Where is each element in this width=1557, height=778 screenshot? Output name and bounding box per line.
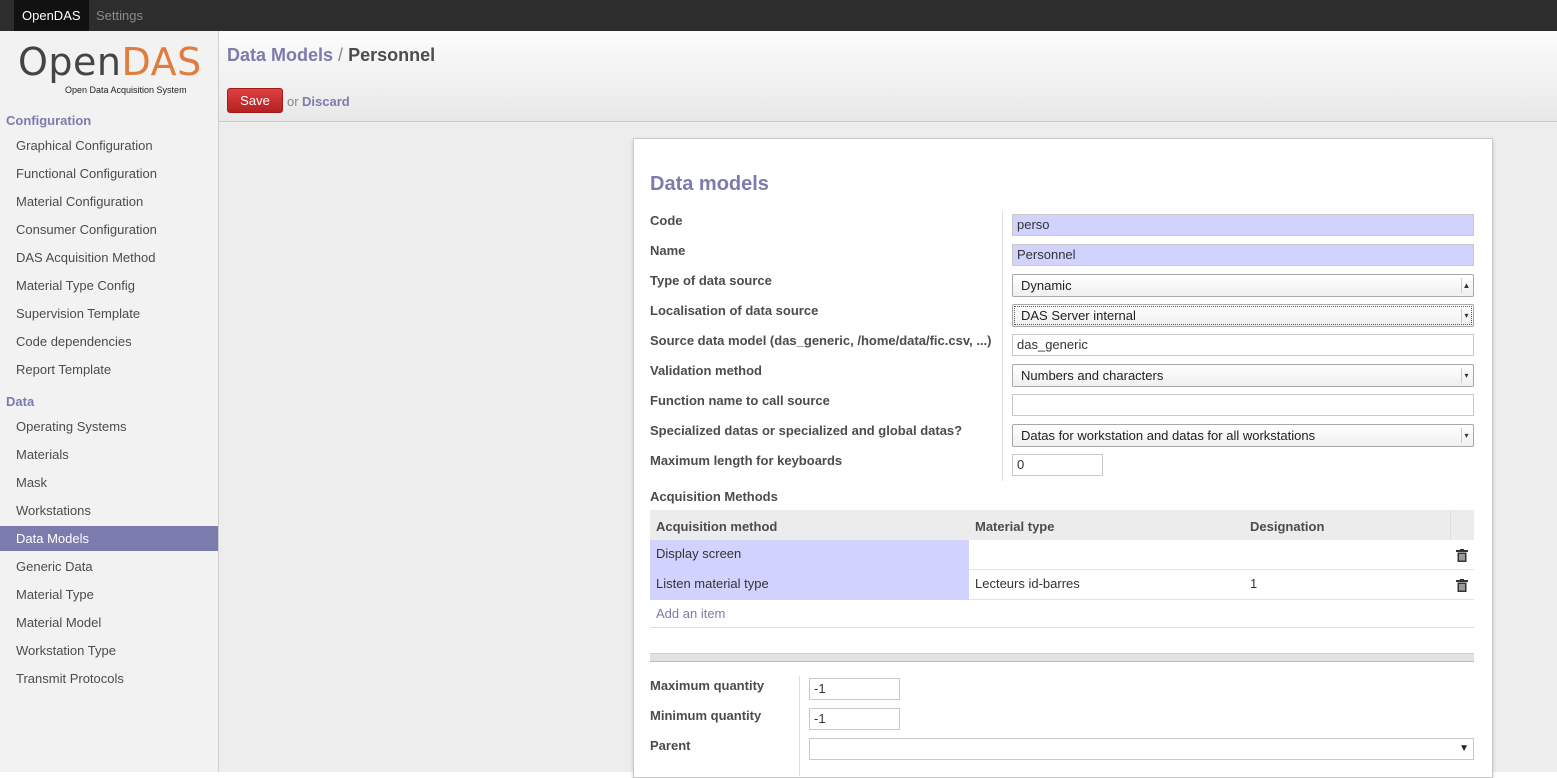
- table-bottom-border: [650, 627, 1474, 628]
- table-row[interactable]: Listen material type Lecteurs id-barres …: [650, 570, 1474, 600]
- sidebar-heading-data: Data: [6, 394, 35, 409]
- acquisition-methods-title: Acquisition Methods: [650, 489, 778, 504]
- function-name-label: Function name to call source: [650, 393, 830, 408]
- source-model-field[interactable]: das_generic: [1012, 334, 1474, 356]
- sidebar-item-transmit-protocols[interactable]: Transmit Protocols: [0, 666, 218, 691]
- cell-material-type[interactable]: Lecteurs id-barres: [975, 570, 1080, 600]
- specialized-value: Datas for workstation and datas for all …: [1021, 428, 1316, 443]
- main-area: Data models Code perso Name Personnel Ty…: [219, 122, 1557, 778]
- or-text: or: [287, 94, 299, 109]
- type-source-label: Type of data source: [650, 273, 772, 288]
- localisation-value: DAS Server internal: [1021, 308, 1136, 323]
- column-header-actions: [1450, 510, 1474, 540]
- table-row[interactable]: Display screen: [650, 540, 1474, 570]
- breadcrumb: Data Models / Personnel: [227, 45, 435, 66]
- sidebar-item-material-model[interactable]: Material Model: [0, 610, 218, 635]
- discard-link[interactable]: Discard: [302, 94, 350, 109]
- top-bar: OpenDAS Settings: [0, 0, 1557, 31]
- type-source-select[interactable]: Dynamic ▲: [1012, 274, 1474, 297]
- source-model-label: Source data model (das_generic, /home/da…: [650, 333, 992, 348]
- type-source-value: Dynamic: [1021, 278, 1072, 293]
- logo-open-text: Open: [18, 40, 122, 84]
- max-length-label: Maximum length for keyboards: [650, 453, 843, 468]
- form-title: Data models: [650, 173, 769, 195]
- min-quantity-field[interactable]: -1: [809, 708, 900, 730]
- dropdown-arrow-icon: ▾: [1461, 428, 1471, 443]
- sidebar-item-das-acquisition-method[interactable]: DAS Acquisition Method: [0, 245, 218, 270]
- sidebar-item-workstation-type[interactable]: Workstation Type: [0, 638, 218, 663]
- column-header-designation[interactable]: Designation: [1250, 510, 1324, 540]
- breadcrumb-current: Personnel: [348, 45, 436, 65]
- validation-select[interactable]: Numbers and characters ▾: [1012, 364, 1474, 387]
- max-length-field[interactable]: 0: [1012, 454, 1103, 476]
- tab-settings[interactable]: Settings: [88, 0, 151, 31]
- sidebar-item-material-configuration[interactable]: Material Configuration: [0, 189, 218, 214]
- table-header: Acquisition method Material type Designa…: [650, 510, 1474, 540]
- parent-select[interactable]: ▼: [809, 738, 1474, 760]
- name-field[interactable]: Personnel: [1012, 244, 1474, 266]
- save-button[interactable]: Save: [227, 88, 283, 113]
- max-quantity-label: Maximum quantity: [650, 678, 765, 693]
- sidebar-item-workstations[interactable]: Workstations: [0, 498, 218, 523]
- code-label: Code: [650, 213, 683, 228]
- sidebar-item-consumer-configuration[interactable]: Consumer Configuration: [0, 217, 218, 242]
- sidebar-item-material-type[interactable]: Material Type: [0, 582, 218, 607]
- dropdown-arrow-icon: ▲: [1461, 278, 1471, 293]
- sidebar-item-data-models[interactable]: Data Models: [0, 526, 218, 551]
- cell-acquisition-method[interactable]: Listen material type: [650, 570, 969, 600]
- sidebar-item-mask[interactable]: Mask: [0, 470, 218, 495]
- breadcrumb-separator: /: [338, 45, 344, 65]
- sidebar-item-supervision-template[interactable]: Supervision Template: [0, 301, 218, 326]
- label-divider: [799, 676, 800, 776]
- sidebar-item-code-dependencies[interactable]: Code dependencies: [0, 329, 218, 354]
- column-header-material-type[interactable]: Material type: [975, 510, 1054, 540]
- parent-label: Parent: [650, 738, 691, 753]
- name-label: Name: [650, 243, 686, 258]
- breadcrumb-root-link[interactable]: Data Models: [227, 45, 333, 65]
- section-separator: [650, 653, 1474, 662]
- validation-value: Numbers and characters: [1021, 368, 1164, 383]
- cell-designation[interactable]: 1: [1250, 570, 1257, 600]
- tab-opendas[interactable]: OpenDAS: [14, 0, 89, 31]
- opendas-logo[interactable]: OpenDAS Open Data Acquisition System: [18, 41, 203, 99]
- form-sheet: Data models Code perso Name Personnel Ty…: [633, 138, 1493, 778]
- sidebar-item-report-template[interactable]: Report Template: [0, 357, 218, 382]
- localisation-select[interactable]: DAS Server internal ▾: [1012, 304, 1474, 327]
- code-field[interactable]: perso: [1012, 214, 1474, 236]
- sidebar-item-generic-data[interactable]: Generic Data: [0, 554, 218, 579]
- label-divider: [1002, 211, 1003, 481]
- sidebar-item-materials[interactable]: Materials: [0, 442, 218, 467]
- add-item-link[interactable]: Add an item: [656, 606, 725, 621]
- dropdown-arrow-icon: ▾: [1461, 308, 1471, 323]
- sidebar-item-operating-systems[interactable]: Operating Systems: [0, 414, 218, 439]
- min-quantity-label: Minimum quantity: [650, 708, 762, 723]
- trash-icon[interactable]: [1456, 579, 1468, 592]
- max-quantity-field[interactable]: -1: [809, 678, 900, 700]
- sidebar-item-functional-configuration[interactable]: Functional Configuration: [0, 161, 218, 186]
- sidebar: OpenDAS Open Data Acquisition System Con…: [0, 31, 219, 772]
- column-header-acquisition-method[interactable]: Acquisition method: [656, 510, 777, 540]
- cell-acquisition-method[interactable]: Display screen: [650, 540, 969, 570]
- logo-subtitle: Open Data Acquisition System: [65, 85, 187, 95]
- specialized-label: Specialized datas or specialized and glo…: [650, 423, 963, 438]
- trash-icon[interactable]: [1456, 549, 1468, 562]
- validation-label: Validation method: [650, 363, 762, 378]
- dropdown-arrow-icon: ▾: [1461, 368, 1471, 383]
- specialized-select[interactable]: Datas for workstation and datas for all …: [1012, 424, 1474, 447]
- page-header: Data Models / Personnel Save or Discard: [219, 31, 1557, 122]
- function-name-field[interactable]: [1012, 394, 1474, 416]
- sidebar-item-material-type-config[interactable]: Material Type Config: [0, 273, 218, 298]
- sidebar-item-graphical-configuration[interactable]: Graphical Configuration: [0, 133, 218, 158]
- localisation-label: Localisation of data source: [650, 303, 819, 318]
- logo-das-text: DAS: [121, 40, 202, 84]
- chevron-down-icon: ▼: [1459, 743, 1469, 754]
- sidebar-heading-configuration: Configuration: [6, 113, 92, 128]
